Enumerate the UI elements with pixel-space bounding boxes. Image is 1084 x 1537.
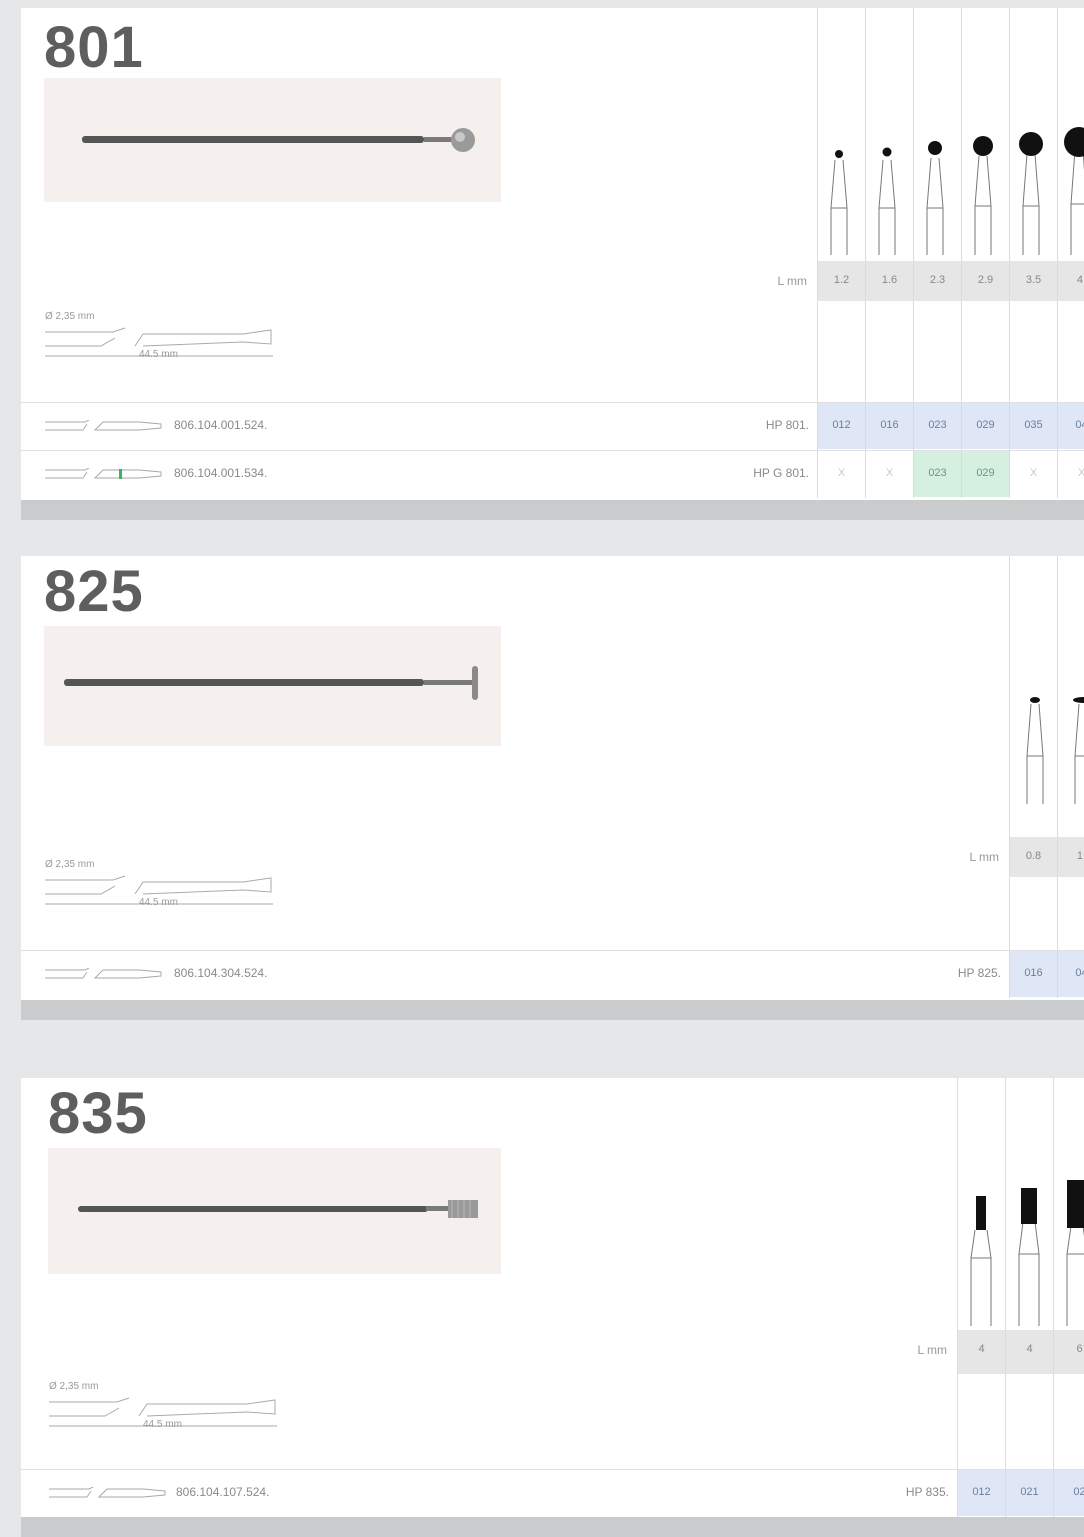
table-row[interactable]: 806.104.107.524. HP 835. 012 021 02 — [21, 1470, 1084, 1516]
product-card-835: 835 Ø 2,35 mm 44.5 mm L mm 4 4 6 806.104… — [21, 1078, 1084, 1537]
shank-diameter: Ø 2,35 mm — [45, 859, 95, 870]
length-value: 2.9 — [962, 261, 1009, 301]
product-code: 806.104.001.524. — [174, 418, 268, 432]
ball-head-icon — [973, 136, 993, 156]
shank-length: 44.5 mm — [139, 897, 178, 908]
cylinder-head-icon — [1067, 1180, 1084, 1228]
card-footer-bar — [21, 500, 1084, 520]
table-row[interactable]: 806.104.001.534. HP G 801. X X 023 029 X… — [21, 451, 1084, 497]
shank-length: 44.5 mm — [139, 349, 178, 360]
product-code: 806.104.107.524. — [176, 1485, 270, 1499]
card-footer-bar — [21, 1517, 1084, 1537]
wheel-head-icon — [1073, 697, 1084, 703]
length-label: L mm — [777, 274, 807, 288]
size-cell[interactable]: 012 — [818, 403, 865, 449]
length-value: 1. — [1058, 837, 1084, 877]
shank-length: 44.5 mm — [143, 1419, 182, 1430]
length-value: 3.5 — [1010, 261, 1057, 301]
head-size-diagrams — [1026, 697, 1084, 804]
head-size-diagrams — [830, 127, 1084, 255]
model-number: 825 — [44, 559, 144, 624]
size-cell[interactable]: 035 — [1010, 403, 1057, 449]
hp-reference: HP 825. — [957, 966, 1001, 980]
head-size-diagrams — [970, 1180, 1084, 1326]
size-cell[interactable]: 016 — [1010, 951, 1057, 997]
ball-head-icon — [928, 141, 942, 155]
ball-head-icon — [1064, 127, 1084, 157]
length-value: 4 — [958, 1330, 1005, 1374]
shank-icon — [45, 968, 162, 979]
table-row[interactable]: 806.104.304.524. HP 825. 016 04 — [21, 951, 1084, 997]
model-number: 835 — [48, 1081, 148, 1146]
shank-schematic — [45, 875, 273, 905]
size-cell: X — [885, 467, 894, 479]
cylinder-head-icon — [1021, 1188, 1037, 1224]
ball-head-icon — [835, 150, 843, 158]
size-cell[interactable]: 04 — [1058, 951, 1084, 997]
table-row[interactable]: 806.104.001.524. HP 801. 012 016 023 029… — [21, 403, 1084, 449]
shank-icon — [45, 468, 162, 479]
product-code: 806.104.304.524. — [174, 966, 268, 980]
shank-diameter: Ø 2,35 mm — [49, 1381, 99, 1392]
size-cell: X — [1029, 467, 1038, 479]
length-value: 2.3 — [914, 261, 961, 301]
size-cell: X — [837, 467, 846, 479]
length-value: 6 — [1054, 1330, 1084, 1374]
size-cell[interactable]: 023 — [914, 451, 961, 497]
hp-reference: HP G 801. — [753, 466, 809, 480]
shank-diameter: Ø 2,35 mm — [45, 311, 95, 322]
product-photo — [48, 1148, 501, 1274]
model-number: 801 — [44, 15, 144, 80]
shank-icon — [49, 1487, 166, 1498]
length-value: 1.2 — [818, 261, 865, 301]
size-cell[interactable]: 021 — [1006, 1470, 1053, 1516]
product-card-801: 801 Ø 2,35 mm 44.5 mm L mm 1.2 1.6 2.3 2… — [21, 8, 1084, 520]
length-label: L mm — [917, 1343, 947, 1357]
length-value: 0.8 — [1010, 837, 1057, 877]
bur-ball-image — [82, 128, 475, 152]
length-value: 4 — [1006, 1330, 1053, 1374]
product-photo — [44, 626, 501, 746]
hp-reference: HP 801. — [765, 418, 809, 432]
size-cell[interactable]: 012 — [958, 1470, 1005, 1516]
size-cell[interactable]: 016 — [866, 403, 913, 449]
product-photo — [44, 78, 501, 202]
shank-schematic — [45, 327, 273, 357]
hp-reference: HP 835. — [905, 1485, 949, 1499]
shank-icon — [45, 420, 162, 431]
card-footer-bar — [21, 1000, 1084, 1020]
size-cell[interactable]: 04 — [1058, 403, 1084, 449]
bur-wheel-image — [64, 666, 478, 700]
length-value: 4. — [1058, 261, 1084, 301]
wheel-head-icon — [1030, 697, 1040, 703]
size-cell[interactable]: 02 — [1054, 1470, 1084, 1516]
ball-head-icon — [1019, 132, 1043, 156]
product-code: 806.104.001.534. — [174, 466, 268, 480]
size-cell: X — [1077, 467, 1084, 479]
size-cell[interactable]: 029 — [962, 403, 1009, 449]
length-label: L mm — [969, 850, 999, 864]
shank-schematic — [49, 1397, 277, 1427]
bur-cylinder-image — [78, 1200, 478, 1218]
length-value: 1.6 — [866, 261, 913, 301]
product-card-825: 825 Ø 2,35 mm 44.5 mm L mm 0.8 1. 806.10… — [21, 556, 1084, 1020]
size-cell[interactable]: 023 — [914, 403, 961, 449]
cylinder-head-icon — [976, 1196, 986, 1230]
size-cell[interactable]: 029 — [962, 451, 1009, 497]
ball-head-icon — [882, 147, 892, 157]
